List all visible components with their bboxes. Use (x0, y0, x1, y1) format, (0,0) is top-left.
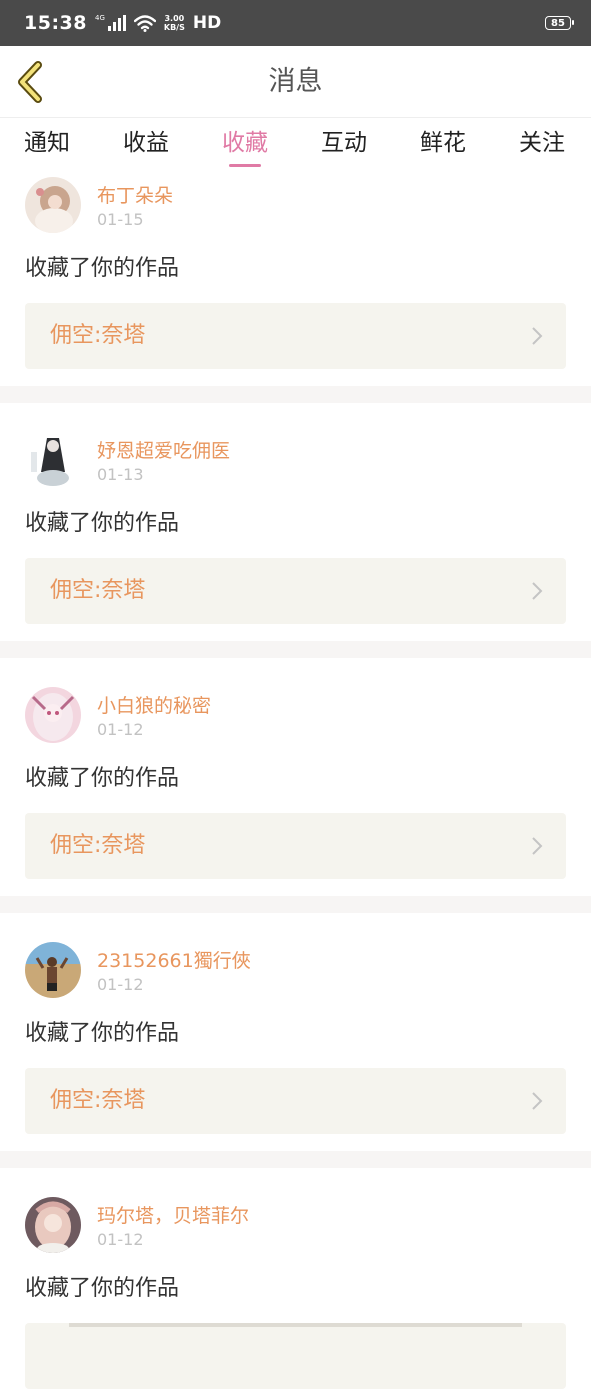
notification-card: 玛尔塔，贝塔菲尔 01-12 收藏了你的作品 (0, 1194, 591, 1389)
username[interactable]: 玛尔塔，贝塔菲尔 (97, 1201, 249, 1228)
tab-interaction[interactable]: 互动 (321, 118, 367, 174)
speed-unit: KB/S (163, 23, 185, 32)
chevron-right-icon (532, 1092, 543, 1110)
work-preview-strip (69, 1323, 522, 1327)
speed-value: 3.00 (164, 14, 185, 23)
tab-notice[interactable]: 通知 (24, 118, 70, 174)
notification-action: 收藏了你的作品 (25, 766, 180, 791)
battery-level: 85 (551, 17, 565, 29)
work-title: 佣空:奈塔 (50, 1088, 146, 1113)
tab-bar: 通知 收益 收藏 互动 鲜花 关注 (0, 118, 591, 174)
card-separator (0, 1151, 591, 1168)
avatar[interactable] (25, 687, 81, 743)
notification-date: 01-12 (97, 1230, 144, 1249)
chevron-right-icon (532, 582, 543, 600)
notification-card: 23152661獨行俠 01-12 收藏了你的作品 佣空:奈塔 (0, 939, 591, 1151)
network-type: 4G (94, 14, 105, 22)
work-link[interactable]: 佣空:奈塔 (25, 1068, 566, 1134)
active-tab-indicator (229, 164, 261, 167)
username[interactable]: 布丁朵朵 (97, 181, 173, 208)
work-link[interactable]: 佣空:奈塔 (25, 303, 566, 369)
nav-bar: 消息 (0, 46, 591, 118)
work-link[interactable]: 佣空:奈塔 (25, 813, 566, 879)
hd-indicator: HD (192, 13, 222, 33)
status-bar: 15:38 4G 3.00 KB/S HD 85 (0, 0, 591, 46)
page-title: 消息 (268, 66, 323, 97)
notification-card: 妤恩超爱吃佣医 01-13 收藏了你的作品 佣空:奈塔 (0, 429, 591, 641)
card-separator (0, 641, 591, 658)
status-time: 15:38 (24, 12, 87, 34)
chevron-right-icon (532, 837, 543, 855)
avatar[interactable] (25, 432, 81, 488)
avatar[interactable] (25, 177, 81, 233)
signal-icon: 4G (95, 15, 126, 31)
notification-action: 收藏了你的作品 (25, 511, 180, 536)
avatar[interactable] (25, 942, 81, 998)
avatar[interactable] (25, 1197, 81, 1253)
work-link[interactable] (25, 1323, 566, 1389)
notification-action: 收藏了你的作品 (25, 1021, 180, 1046)
chevron-right-icon (532, 327, 543, 345)
work-title: 佣空:奈塔 (50, 323, 146, 348)
work-title: 佣空:奈塔 (50, 833, 146, 858)
battery-icon: 85 (545, 16, 574, 30)
card-separator (0, 386, 591, 403)
card-separator (0, 896, 591, 913)
username[interactable]: 23152661獨行俠 (97, 946, 251, 973)
notification-date: 01-13 (97, 465, 144, 484)
notification-card: 小白狼的秘密 01-12 收藏了你的作品 佣空:奈塔 (0, 684, 591, 896)
notification-date: 01-12 (97, 975, 144, 994)
notification-card: 布丁朵朵 01-15 收藏了你的作品 佣空:奈塔 (0, 174, 591, 386)
notification-list: 布丁朵朵 01-15 收藏了你的作品 佣空:奈塔 妤恩超爱吃佣医 01-13 收… (0, 174, 591, 1389)
work-link[interactable]: 佣空:奈塔 (25, 558, 566, 624)
tab-flowers[interactable]: 鲜花 (420, 118, 466, 174)
notification-date: 01-15 (97, 210, 144, 229)
username[interactable]: 妤恩超爱吃佣医 (97, 436, 230, 463)
notification-action: 收藏了你的作品 (25, 1276, 180, 1301)
network-speed: 3.00 KB/S (164, 14, 185, 32)
username[interactable]: 小白狼的秘密 (97, 691, 211, 718)
notification-date: 01-12 (97, 720, 144, 739)
wifi-icon (133, 14, 156, 32)
tab-following[interactable]: 关注 (519, 118, 565, 174)
tab-earnings[interactable]: 收益 (123, 118, 169, 174)
work-title: 佣空:奈塔 (50, 578, 146, 603)
notification-action: 收藏了你的作品 (25, 256, 180, 281)
